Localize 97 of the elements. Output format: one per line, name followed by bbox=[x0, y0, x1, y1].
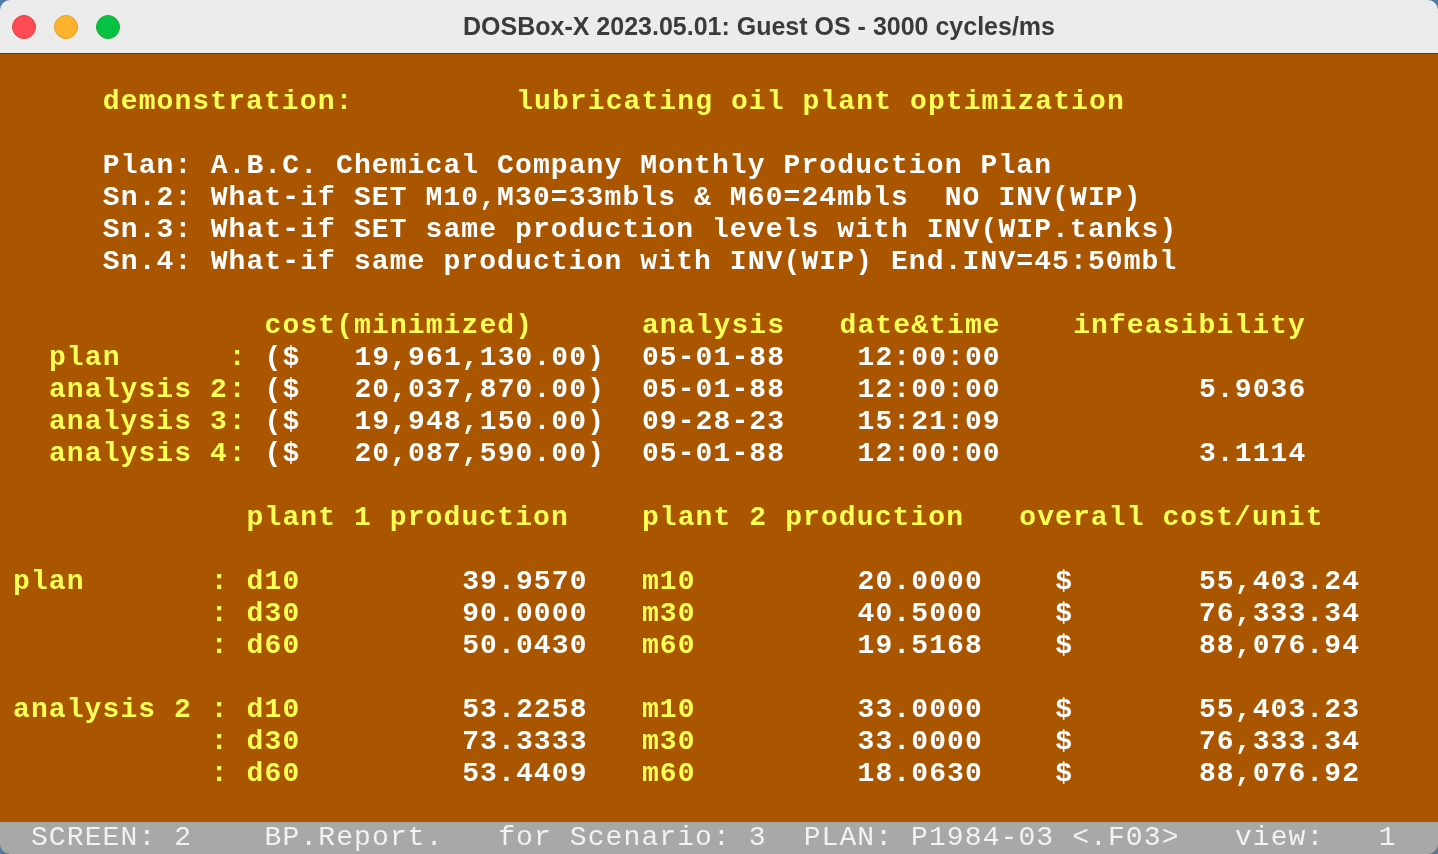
row-label: analysis 2 bbox=[13, 694, 193, 726]
table-cell: 19,948,150.00) bbox=[354, 406, 606, 438]
table-cell: 33.0000 bbox=[857, 694, 984, 726]
row-label: plan bbox=[13, 566, 85, 598]
separator: : bbox=[228, 438, 247, 470]
table-cell: $ bbox=[1055, 726, 1074, 758]
table-cell: 19,961,130.00) bbox=[354, 342, 606, 374]
zoom-button[interactable] bbox=[96, 14, 120, 39]
table-cell: 18.0630 bbox=[857, 758, 984, 790]
table-cell: m30 bbox=[641, 726, 696, 758]
table-cell: 12:00:00 bbox=[857, 342, 1002, 374]
table-cell: ($ bbox=[264, 342, 301, 374]
table-cell: 05-01-88 bbox=[641, 374, 786, 406]
table-cell: 05-01-88 bbox=[641, 438, 786, 470]
row-label: analysis 3 bbox=[48, 406, 229, 438]
separator: : bbox=[228, 342, 247, 374]
table-cell: 39.9570 bbox=[462, 566, 588, 598]
separator: : bbox=[210, 630, 229, 662]
table-cell: 76,333.34 bbox=[1198, 598, 1361, 630]
column-header: cost(minimized) bbox=[264, 310, 535, 342]
scenario-label: Plan: bbox=[102, 150, 193, 182]
table-cell: 55,403.24 bbox=[1198, 566, 1361, 598]
table-cell: 12:00:00 bbox=[857, 374, 1002, 406]
separator: : bbox=[210, 598, 229, 630]
separator: : bbox=[210, 758, 229, 790]
table-cell: 19.5168 bbox=[857, 630, 984, 662]
column-header: date&time bbox=[839, 310, 1002, 342]
table-cell: 76,333.34 bbox=[1198, 726, 1361, 758]
table-cell: m30 bbox=[641, 598, 696, 630]
table-cell: 53.2258 bbox=[462, 694, 588, 726]
status-text: PLAN: P1984-03 <.F03> bbox=[803, 822, 1181, 854]
table-cell: 55,403.23 bbox=[1198, 694, 1361, 726]
table-cell: 88,076.94 bbox=[1198, 630, 1361, 662]
row-label: analysis 4 bbox=[48, 438, 229, 470]
table-cell: 50.0430 bbox=[462, 630, 588, 662]
column-header: plant 1 production bbox=[246, 502, 570, 534]
separator: : bbox=[210, 694, 229, 726]
separator: : bbox=[210, 566, 229, 598]
table-cell: d30 bbox=[246, 726, 301, 758]
status-text: BP.Report. bbox=[264, 822, 445, 854]
table-cell: d30 bbox=[246, 598, 301, 630]
scenario-description: What-if SET M10,M30=33mbls & M60=24mbls NO INV(WIP) bbox=[210, 182, 1143, 214]
table-cell: 20.0000 bbox=[857, 566, 984, 598]
table-cell: $ bbox=[1055, 630, 1074, 662]
table-cell: ($ bbox=[264, 406, 301, 438]
column-header: plant 2 production bbox=[641, 502, 966, 534]
minimize-button[interactable] bbox=[54, 14, 78, 39]
status-text: view: bbox=[1234, 822, 1325, 854]
scenario-description: A.B.C. Chemical Company Monthly Production Plan bbox=[210, 150, 1054, 182]
table-cell: d10 bbox=[246, 566, 301, 598]
table-cell: $ bbox=[1055, 758, 1074, 790]
column-header: overall cost/unit bbox=[1019, 502, 1325, 534]
table-cell: 20,087,590.00) bbox=[354, 438, 606, 470]
table-cell: m60 bbox=[641, 630, 696, 662]
status-text: SCREEN: 2 bbox=[30, 822, 193, 854]
table-cell: $ bbox=[1055, 694, 1074, 726]
demo-label: demonstration: bbox=[102, 86, 355, 118]
close-button[interactable] bbox=[12, 14, 36, 39]
table-cell: ($ bbox=[264, 438, 301, 470]
table-cell: 15:21:09 bbox=[857, 406, 1002, 438]
separator: : bbox=[210, 726, 229, 758]
table-cell: 88,076.92 bbox=[1198, 758, 1361, 790]
table-cell: m60 bbox=[641, 758, 696, 790]
table-cell: d10 bbox=[246, 694, 301, 726]
table-cell: 53.4409 bbox=[462, 758, 588, 790]
table-cell: 09-28-23 bbox=[641, 406, 786, 438]
table-cell: 3.1114 bbox=[1198, 438, 1307, 470]
status-text: for Scenario: 3 bbox=[498, 822, 768, 854]
column-header: analysis bbox=[641, 310, 786, 342]
column-header: infeasibility bbox=[1073, 310, 1307, 342]
scenario-label: Sn.2: bbox=[102, 182, 193, 214]
table-cell: 40.5000 bbox=[857, 598, 984, 630]
table-cell: $ bbox=[1055, 566, 1074, 598]
table-cell: 90.0000 bbox=[462, 598, 588, 630]
table-cell: ($ bbox=[264, 374, 301, 406]
scenario-description: What-if same production with INV(WIP) End.INV=45:50mbl bbox=[210, 246, 1179, 278]
table-cell: 05-01-88 bbox=[641, 342, 786, 374]
table-cell: d60 bbox=[246, 758, 301, 790]
table-cell: 12:00:00 bbox=[857, 438, 1002, 470]
window-title: DOSBox-X 2023.05.01: Guest OS - 3000 cycles/ms bbox=[463, 10, 1055, 42]
scenario-label: Sn.4: bbox=[102, 246, 193, 278]
table-cell: m10 bbox=[641, 694, 696, 726]
table-cell: m10 bbox=[641, 566, 696, 598]
table-cell: 33.0000 bbox=[857, 726, 984, 758]
scenario-label: Sn.3: bbox=[102, 214, 193, 246]
table-cell: 20,037,870.00) bbox=[354, 374, 606, 406]
row-label: plan bbox=[48, 342, 121, 374]
status-text: 1 bbox=[1378, 822, 1397, 854]
table-cell: $ bbox=[1055, 598, 1074, 630]
table-cell: 73.3333 bbox=[462, 726, 588, 758]
table-cell: d60 bbox=[246, 630, 301, 662]
table-cell: 5.9036 bbox=[1198, 374, 1307, 406]
separator: : bbox=[228, 406, 247, 438]
screen-heading: lubricating oil plant optimization bbox=[516, 86, 1126, 118]
scenario-description: What-if SET same production levels with INV(WIP.tanks) bbox=[210, 214, 1179, 246]
row-label: analysis 2 bbox=[48, 374, 229, 406]
separator: : bbox=[228, 374, 247, 406]
